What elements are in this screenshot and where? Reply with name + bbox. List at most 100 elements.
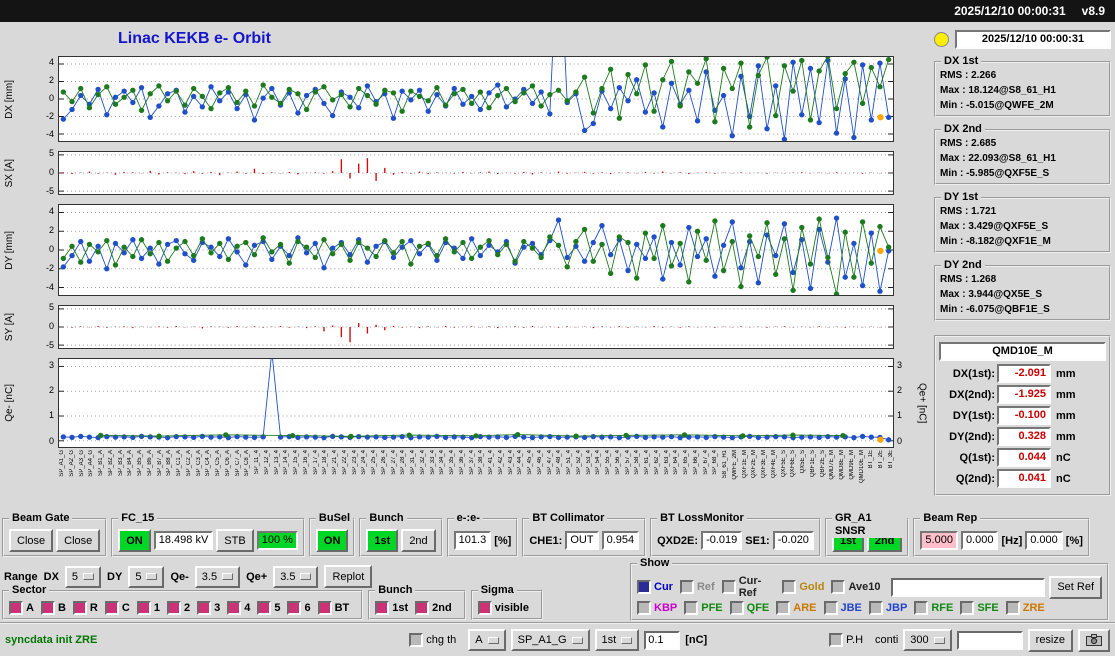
checkbox-1[interactable]: 1 [136, 601, 160, 615]
beam-gate-close-2-button[interactable]: Close [56, 529, 101, 552]
checkbox-a[interactable]: A [9, 601, 34, 615]
checkbox-indicator [197, 601, 212, 615]
checkbox-1st[interactable]: 1st [375, 601, 408, 615]
fc15-on-button[interactable]: ON [118, 529, 151, 552]
checkbox-pfe[interactable]: PFE [684, 601, 723, 615]
range-qep-dropdown[interactable]: 3.5 [273, 565, 319, 588]
dropdown-indicator-icon [621, 636, 633, 644]
bpm-label: SP_32_4 [419, 450, 426, 475]
threshold-input[interactable] [644, 630, 681, 650]
bpm-label: SP_C2_A [185, 450, 192, 477]
plot-sy[interactable] [58, 305, 894, 349]
range-qem-dropdown[interactable]: 3.5 [194, 565, 241, 588]
checkbox-jbe[interactable]: JBE [823, 601, 862, 615]
checkbox-r[interactable]: R [72, 601, 98, 615]
se1-value-display: -0.020 [772, 531, 814, 550]
plot-dy[interactable] [58, 204, 894, 296]
checkbox-ave10[interactable]: Ave10 [831, 580, 880, 594]
bpm-label: SP_45_4 [527, 450, 533, 475]
bunch-2nd-button[interactable]: 2nd [401, 529, 436, 552]
set-ref-button[interactable]: Set Ref [1049, 575, 1102, 599]
selected-dy1-value: -0.100 [997, 406, 1051, 425]
plot-q[interactable] [58, 358, 894, 448]
bpm-label: SP_A2_G [68, 450, 75, 477]
checkbox-chg-th[interactable]: chg th [409, 633, 456, 647]
stat-max: Max : 22.093@S8_61_H1 [940, 153, 1056, 164]
range-dy-dropdown[interactable]: 5 [128, 565, 165, 588]
resize-button[interactable]: resize [1027, 628, 1073, 652]
checkbox-b[interactable]: B [40, 601, 66, 615]
replot-button[interactable]: Replot [324, 565, 373, 588]
checkbox-5[interactable]: 5 [257, 601, 280, 615]
checkbox-label: Ave10 [848, 581, 881, 593]
checkbox-rfe[interactable]: RFE [914, 601, 953, 615]
acquisition-group: P.H conti 300 resize [829, 628, 1110, 652]
tick-label: -2 [45, 263, 54, 274]
checkbox-visible[interactable]: visible [477, 601, 529, 615]
stat-max: Max : 18.124@S8_61_H1 [940, 85, 1056, 96]
tick-label: -5 [45, 339, 54, 350]
bpm-label: SP_18_4 [322, 450, 329, 475]
chart-row-dx: DX [mm] 4 2 0 -2 -4 [0, 56, 932, 142]
checkbox-kbp[interactable]: KBP [637, 601, 677, 615]
checkbox-2nd[interactable]: 2nd [415, 601, 452, 615]
sector-frame: Sector A B R C 1 2 3 4 5 6 BT [2, 584, 364, 620]
range-dx-dropdown[interactable]: 5 [64, 565, 102, 588]
page-title: Linac KEKB e- Orbit [118, 30, 271, 47]
stat-box-title: DY 2nd [941, 259, 985, 272]
checkbox-jbp[interactable]: JBP [868, 601, 907, 615]
ref-file-input[interactable] [891, 577, 1046, 597]
bpm-label: SP_56_4 [614, 450, 621, 475]
plot-sx[interactable] [58, 151, 894, 195]
screenshot-button[interactable] [1078, 628, 1110, 652]
ph-checkbox-list: P.H [829, 633, 870, 647]
bpm-label: QMD8E_M [839, 450, 845, 480]
checkbox-sfe[interactable]: SFE [960, 601, 999, 615]
checkbox-6[interactable]: 6 [287, 601, 311, 615]
checkbox-indicator [1005, 601, 1020, 615]
bpm-select-dropdown[interactable]: SP_A1_G [510, 629, 590, 651]
bpm-label: SP_21_4 [332, 450, 338, 475]
bpm-label: SP_A3_G [78, 450, 85, 477]
checkbox-qfe[interactable]: QFE [729, 601, 769, 615]
checkbox-4[interactable]: 4 [227, 601, 250, 615]
checkbox-label: RFE [931, 602, 954, 614]
checkbox-c[interactable]: C [104, 601, 130, 615]
bpm-label: SP_27_4 [390, 450, 397, 475]
bpm-label: SP_A4_G [88, 450, 95, 477]
checkbox-indicator [831, 580, 846, 594]
bpm-label: SP_37_4 [468, 450, 475, 475]
busel-on-button[interactable]: ON [315, 529, 349, 552]
y-ticks-sy: 5 0 -5 [18, 302, 58, 350]
bunch-select-value: 1st [601, 634, 617, 646]
aux-input[interactable] [956, 630, 1023, 650]
bunch-visible-frame: Bunch 1st 2nd [368, 584, 466, 620]
checkbox-ref[interactable]: Ref [679, 580, 715, 594]
checkbox-gold[interactable]: Gold [782, 580, 824, 594]
checkbox-label: Cur-Ref [738, 575, 762, 599]
bpm-label: BT_3E [887, 450, 894, 469]
bunch-checkbox-list: 1st 2nd [375, 601, 458, 615]
checkbox-cur-ref[interactable]: Cur-Ref [721, 575, 776, 599]
show-curve-checkbox-list: Cur Ref Cur-Ref Gold Ave10 [637, 575, 887, 599]
bunch-1st-button[interactable]: 1st [366, 529, 399, 552]
plot-dx[interactable] [58, 56, 894, 142]
checkbox-bt[interactable]: BT [317, 601, 349, 615]
checkbox-3[interactable]: 3 [197, 601, 220, 615]
beam-gate-close-1-button[interactable]: Close [9, 529, 54, 552]
bpm-label: SP_47_4 [546, 450, 553, 475]
checkbox-2[interactable]: 2 [166, 601, 190, 615]
che1-label: CHE1: [529, 534, 563, 547]
checkbox-are[interactable]: ARE [776, 601, 817, 615]
points-dropdown[interactable]: 300 [903, 629, 952, 651]
sector-select-dropdown[interactable]: A [468, 629, 506, 651]
fc15-stb-button[interactable]: STB [216, 529, 254, 552]
bunch-select-dropdown[interactable]: 1st [594, 629, 640, 651]
checkbox-zre[interactable]: ZRE [1005, 601, 1045, 615]
bpm-select-value: SP_A1_G [517, 634, 567, 646]
checkbox-cur[interactable]: Cur [637, 580, 673, 594]
tick-label: 3 [897, 359, 903, 370]
checkbox-p-h[interactable]: P.H [829, 633, 863, 647]
y-ticks-q: 3 2 1 0 [18, 358, 58, 448]
checkbox-label: P.H [846, 634, 864, 646]
